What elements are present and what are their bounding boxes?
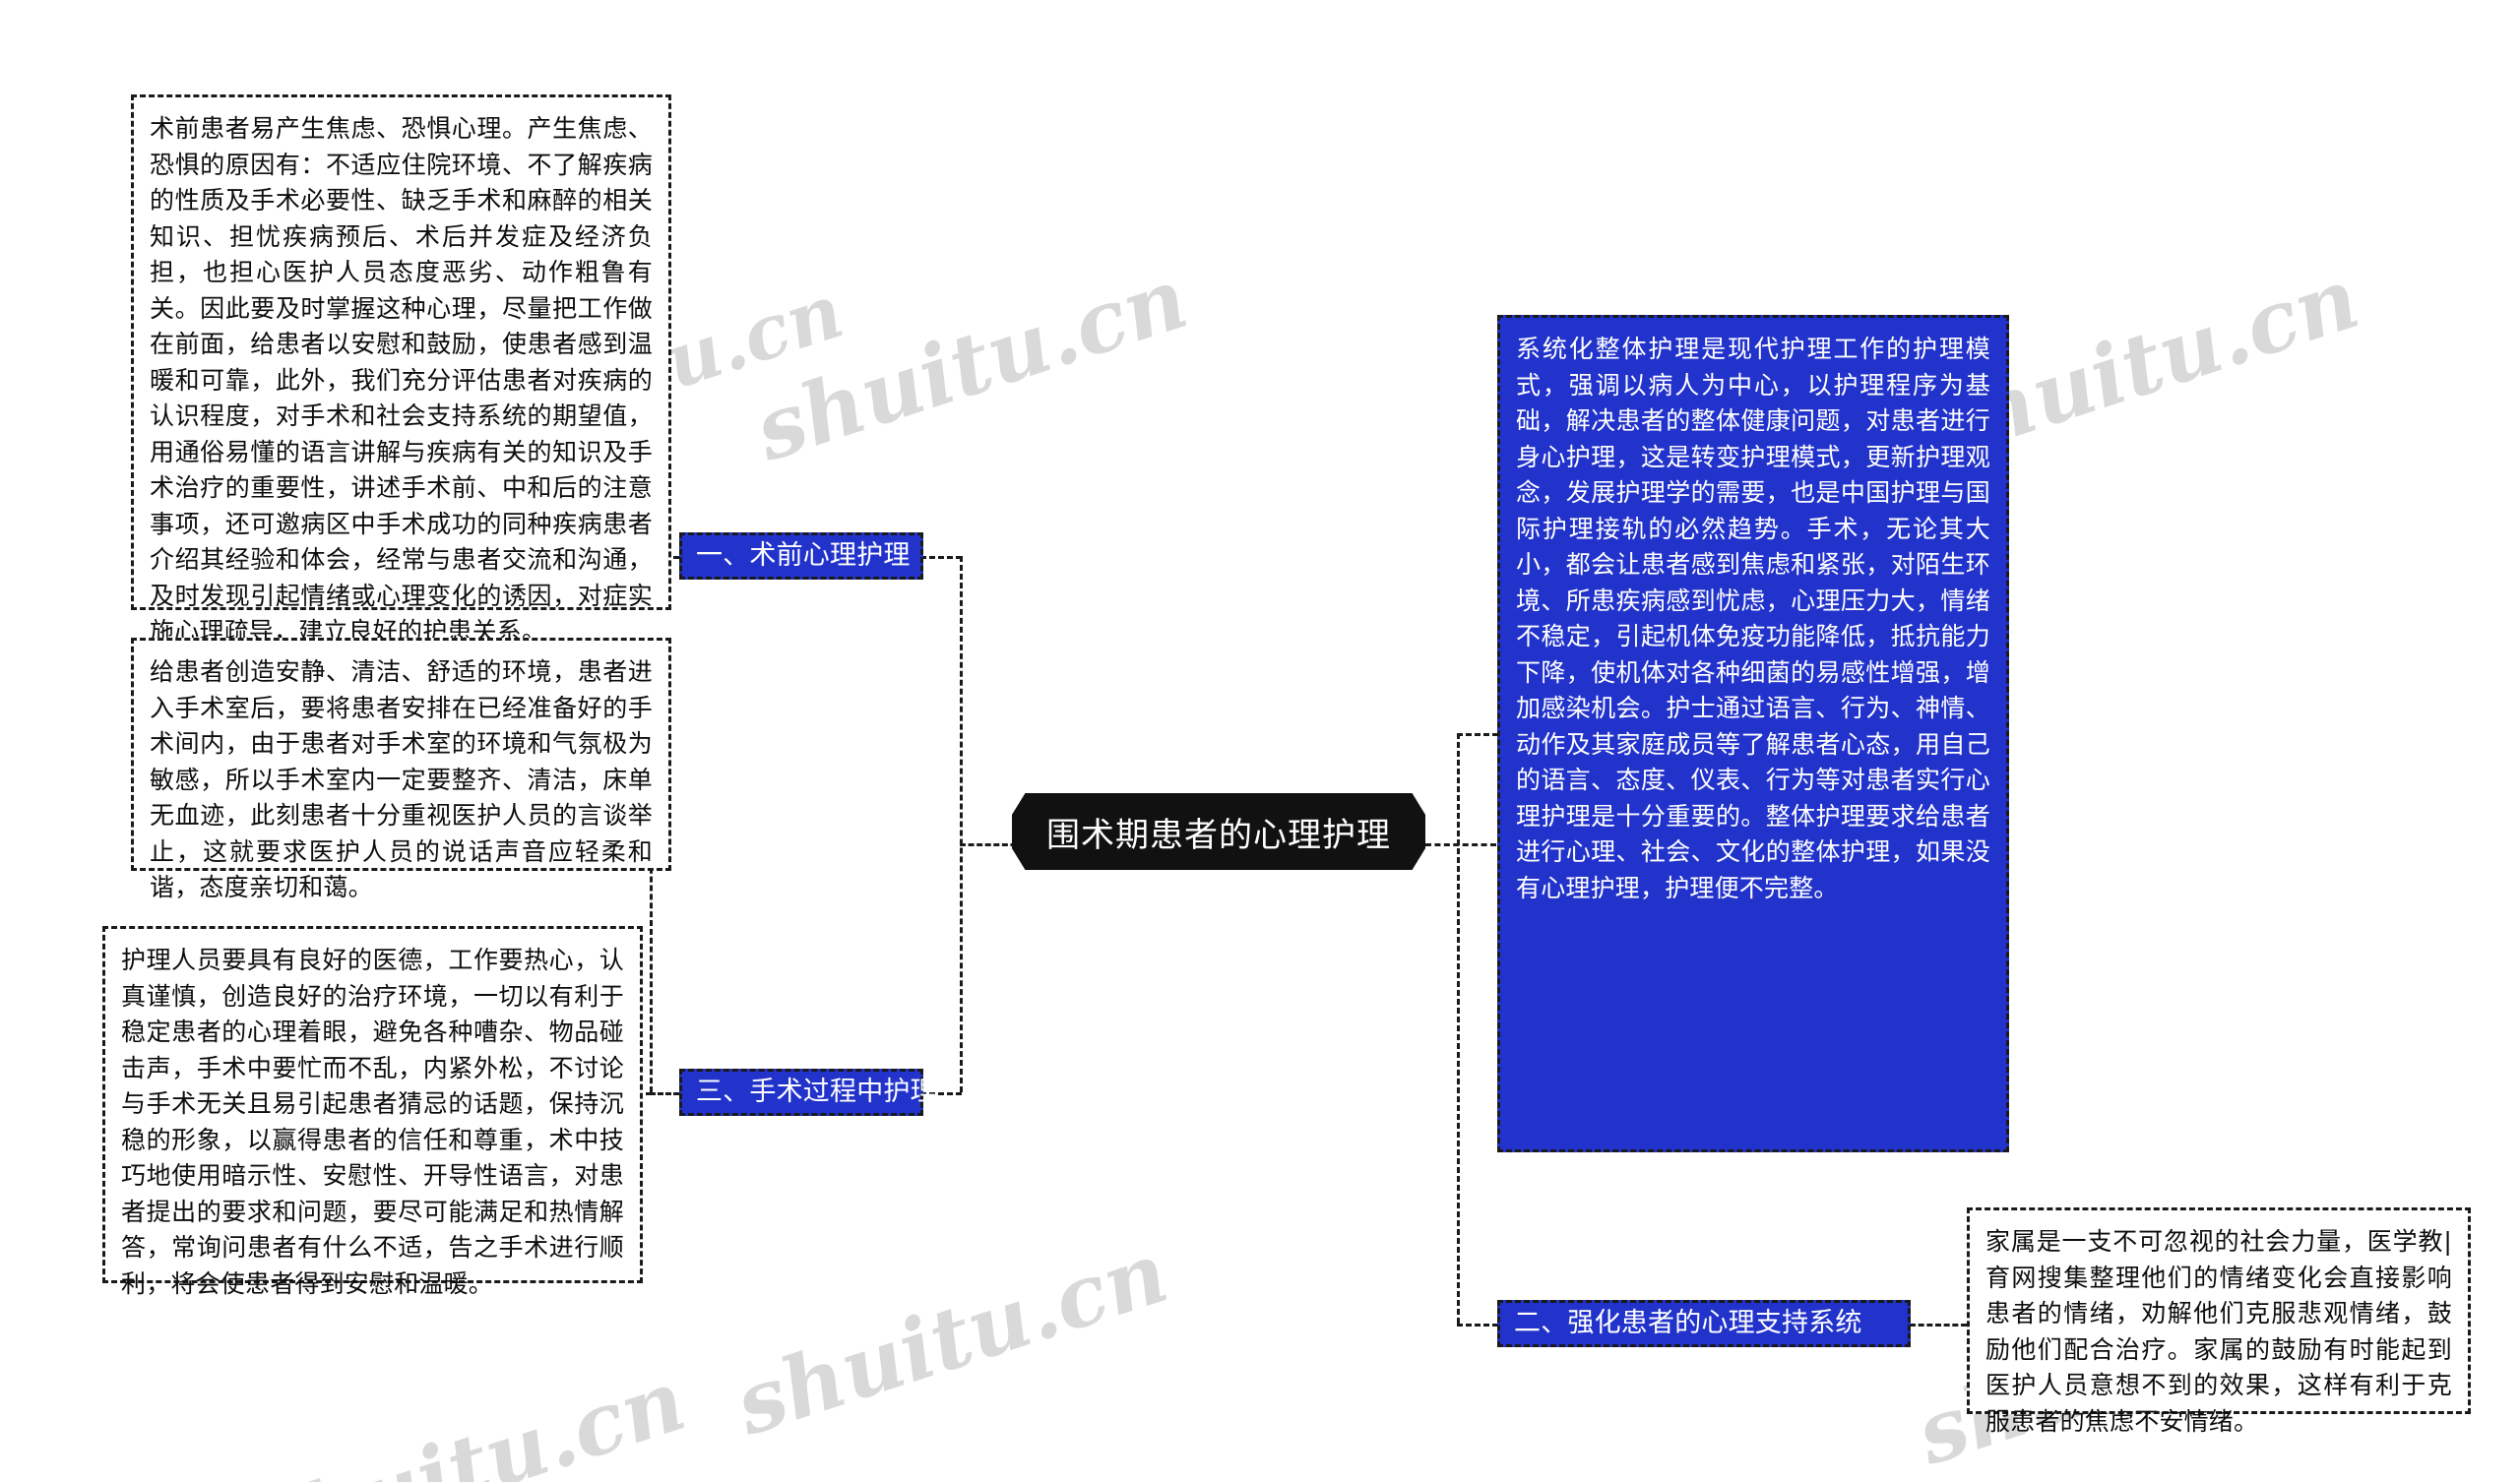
connector-branch2-stub (1457, 1324, 1498, 1327)
watermark: shuitu.cn (743, 248, 1199, 481)
connector-overview-top-stub (1457, 733, 1498, 736)
branch2-detail-box: 家属是一支不可忽视的社会力量，医学教|育网搜集整理他们的情绪变化会直接影响患者的… (1967, 1207, 2471, 1436)
connector-branch2-to-detail (1910, 1324, 1967, 1327)
branch-label-1[interactable]: 一、术前心理护理 (679, 532, 923, 580)
overview-panel: 系统化整体护理是现代护理工作的护理模式，强调以病人为中心，以护理程序为基础，解决… (1497, 315, 2009, 1152)
branch-label-3[interactable]: 三、手术过程中护理 (679, 1069, 937, 1116)
center-node-label: 围术期患者的心理护理 (1046, 815, 1391, 855)
branch3-label-text: 三、手术过程中护理 (696, 1076, 937, 1107)
watermark: shuitu.cn (241, 1350, 697, 1482)
branch-label-2[interactable]: 二、强化患者的心理支持系统 (1497, 1300, 1911, 1347)
watermark: shuitu.cn (724, 1222, 1179, 1455)
branch3-detail-text-b: 护理人员要具有良好的医德，工作要热心，认真谨慎，创造良好的治疗环境，一切以有利于… (121, 946, 624, 1298)
branch3-detail-box-a: 给患者创造安静、清洁、舒适的环境，患者进入手术室后，要将患者安排在已经准备好的手… (131, 638, 671, 901)
branch2-label-text: 二、强化患者的心理支持系统 (1514, 1307, 1862, 1338)
connector-branch3-to-detail (650, 1092, 679, 1095)
connector-branch1-stub (920, 556, 962, 559)
branch1-detail-box: 术前患者易产生焦虑、恐惧心理。产生焦虑、恐惧的原因有：不适应住院环境、不了解疾病… (131, 94, 671, 646)
branch3-detail-box-b: 护理人员要具有良好的医德，工作要热心，认真谨慎，创造良好的治疗环境，一切以有利于… (102, 926, 643, 1298)
mindmap-canvas: 图 shuitu.cn shuitu.cn shuitu.cn shuitu.c… (0, 0, 2520, 1482)
center-node[interactable]: 围术期患者的心理护理 (1012, 793, 1425, 870)
branch1-label-text: 一、术前心理护理 (696, 539, 911, 571)
connector-center-to-overview (1425, 843, 1496, 846)
branch2-detail-text: 家属是一支不可忽视的社会力量，医学教|育网搜集整理他们的情绪变化会直接影响患者的… (1985, 1227, 2452, 1436)
connector-left-vertical (960, 556, 963, 1092)
branch3-detail-text-a: 给患者创造安静、清洁、舒适的环境，患者进入手术室后，要将患者安排在已经准备好的手… (150, 657, 653, 901)
branch1-detail-text: 术前患者易产生焦虑、恐惧心理。产生焦虑、恐惧的原因有：不适应住院环境、不了解疾病… (150, 114, 653, 646)
overview-panel-text: 系统化整体护理是现代护理工作的护理模式，强调以病人为中心，以护理程序为基础，解决… (1516, 335, 1990, 902)
connector-overview-vertical (1457, 733, 1460, 1324)
